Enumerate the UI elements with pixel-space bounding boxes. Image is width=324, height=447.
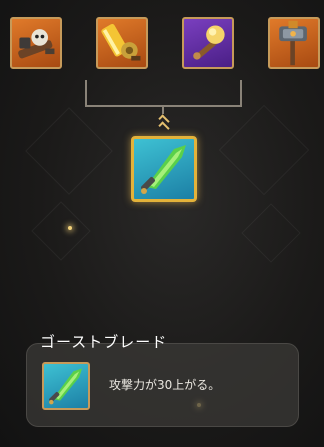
connector-line xyxy=(240,80,242,106)
background-decoration xyxy=(218,104,310,196)
material-slot-3[interactable] xyxy=(182,17,234,69)
sparkle-effect xyxy=(68,226,72,230)
item-name: ゴーストブレード xyxy=(40,333,168,351)
golden-torch-icon xyxy=(193,25,225,60)
ghost-blade-icon xyxy=(49,368,83,405)
background-decoration xyxy=(241,203,301,263)
skull-cannon-icon xyxy=(18,29,55,59)
material-slot-2[interactable] xyxy=(96,17,148,69)
item-info-panel: 攻撃力が30上がる。 xyxy=(26,343,299,427)
background-decoration xyxy=(31,201,91,261)
background-decoration xyxy=(25,107,113,195)
ghost-blade-icon xyxy=(141,145,186,194)
result-item-slot[interactable] xyxy=(131,136,197,202)
material-slot-4[interactable] xyxy=(268,17,320,69)
material-slot-1[interactable] xyxy=(10,17,62,69)
golden-chainsaw-icon xyxy=(101,23,141,61)
connector-line xyxy=(85,80,87,106)
item-icon xyxy=(42,362,90,410)
item-description: 攻撃力が30上がる。 xyxy=(109,378,221,392)
connector-line xyxy=(162,106,164,114)
ornate-hammer-icon xyxy=(279,20,307,66)
